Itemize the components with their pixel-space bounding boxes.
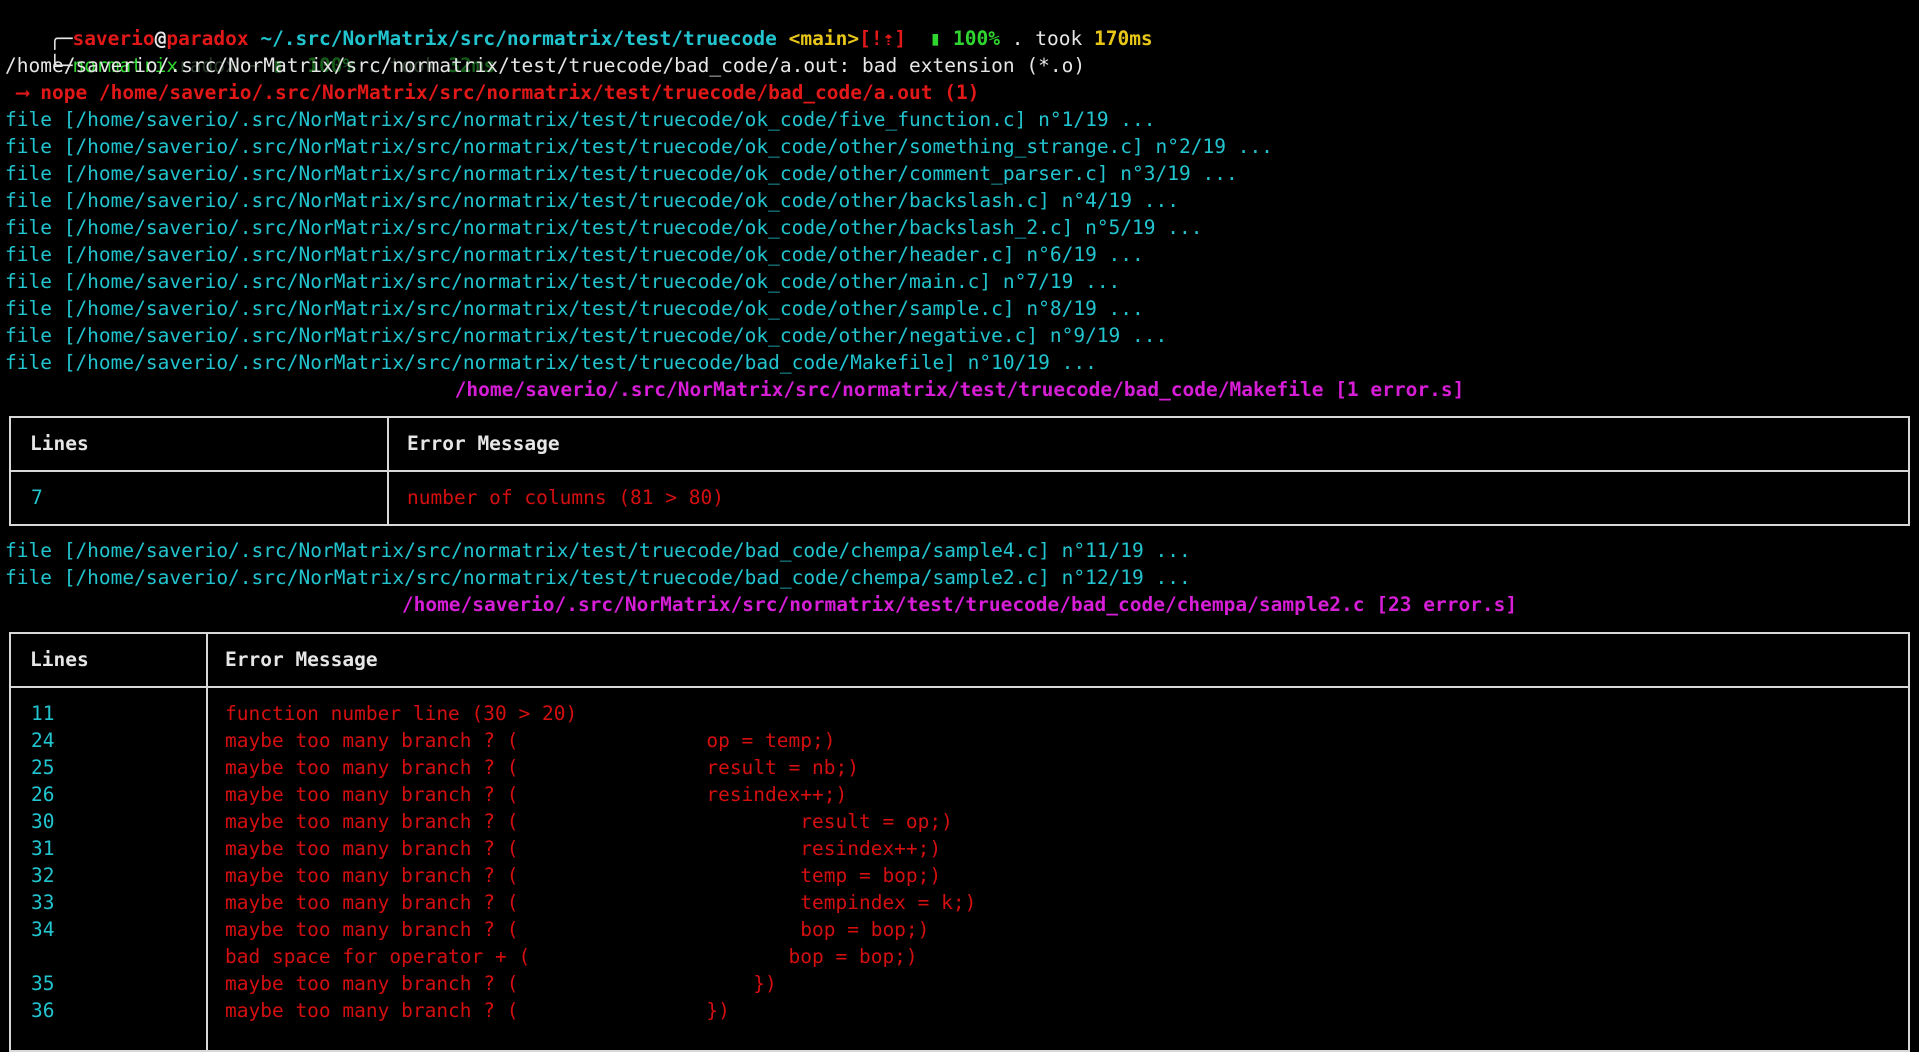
row-line-number: 24 [31,729,55,752]
prompt-branch: <main> [788,27,860,50]
file-line: file [/home/saverio/.src/NorMatrix/src/n… [5,162,1238,185]
row-line-number: 30 [31,810,55,833]
row-error-message: maybe too many branch ? ( resindex++;) [225,783,848,806]
row-error-message: maybe too many branch ? ( tempindex = k;… [225,891,977,914]
bad-extension-line: /home/saverio/.src/NorMatrix/src/normatr… [5,54,1086,77]
row-line-number: 35 [31,972,55,995]
row-error-message: maybe too many branch ? ( result = op;) [225,810,953,833]
prompt-took: 170ms [1093,27,1153,50]
row-line-number: 34 [31,918,55,941]
file-line: file [/home/saverio/.src/NorMatrix/src/n… [5,135,1273,158]
row-line-number: 31 [31,837,55,860]
file-line: file [/home/saverio/.src/NorMatrix/src/n… [5,566,1191,589]
row-line-number: 26 [31,783,55,806]
nope-line: ⟶ nope /home/saverio/.src/NorMatrix/src/… [5,81,980,104]
error-table: Lines Error Message 11 function number l… [9,632,1910,1052]
row-error-message: number of columns (81 > 80) [407,486,724,509]
header-error-message: Error Message [407,432,560,455]
prompt-took-label: . took [1011,27,1083,50]
row-line-number: 33 [31,891,55,914]
row-line-number: 36 [31,999,55,1022]
file-line: file [/home/saverio/.src/NorMatrix/src/n… [5,324,1168,347]
error-table: Lines Error Message 7 number of columns … [9,416,1910,526]
file-line: file [/home/saverio/.src/NorMatrix/src/n… [5,297,1144,320]
file-line: file [/home/saverio/.src/NorMatrix/src/n… [5,216,1203,239]
row-line-number: 25 [31,756,55,779]
row-error-message: maybe too many branch ? ( resindex++;) [225,837,942,860]
row-error-message: maybe too many branch ? ( op = temp;) [225,729,836,752]
header-error-message: Error Message [225,648,378,671]
battery-icon: ▮ [929,27,942,50]
file-line: file [/home/saverio/.src/NorMatrix/src/n… [5,539,1191,562]
table-header [11,418,1908,472]
column-divider [387,418,389,524]
row-error-message: bad space for operator + ( bop = bop;) [225,945,918,968]
file-line: file [/home/saverio/.src/NorMatrix/src/n… [5,189,1179,212]
row-line-number: 7 [31,486,43,509]
row-line-number: 32 [31,864,55,887]
row-error-message: maybe too many branch ? ( }) [225,999,730,1022]
row-error-message: function number line (30 > 20) [225,702,578,725]
header-lines: Lines [30,648,89,671]
row-error-message: maybe too many branch ? ( result = nb;) [225,756,859,779]
header-lines: Lines [30,432,89,455]
prompt-battery: 100% [953,27,1001,50]
row-error-message: maybe too many branch ? ( }) [225,972,777,995]
row-line-number: 11 [31,702,55,725]
terminal-window[interactable]: ╭─saverio@paradox ~/.src/NorMatrix/src/n… [0,0,1919,1052]
report-title: /home/saverio/.src/NorMatrix/src/normatr… [401,593,1518,616]
shell-prompt: ╭─saverio@paradox ~/.src/NorMatrix/src/n… [2,0,1153,50]
file-line: file [/home/saverio/.src/NorMatrix/src/n… [5,243,1144,266]
row-error-message: maybe too many branch ? ( temp = bop;) [225,864,942,887]
file-line: file [/home/saverio/.src/NorMatrix/src/n… [5,270,1121,293]
prompt-git-status: [!⇡] [859,27,907,50]
file-line: file [/home/saverio/.src/NorMatrix/src/n… [5,108,1156,131]
file-line: file [/home/saverio/.src/NorMatrix/src/n… [5,351,1097,374]
column-divider [206,634,208,1050]
ghost-prompt: ╰─normatrixradox ~ ▮ 100% . took 32ms [2,25,495,77]
row-error-message: maybe too many branch ? ( bop = bop;) [225,918,930,941]
report-title: /home/saverio/.src/NorMatrix/src/normatr… [454,378,1465,401]
